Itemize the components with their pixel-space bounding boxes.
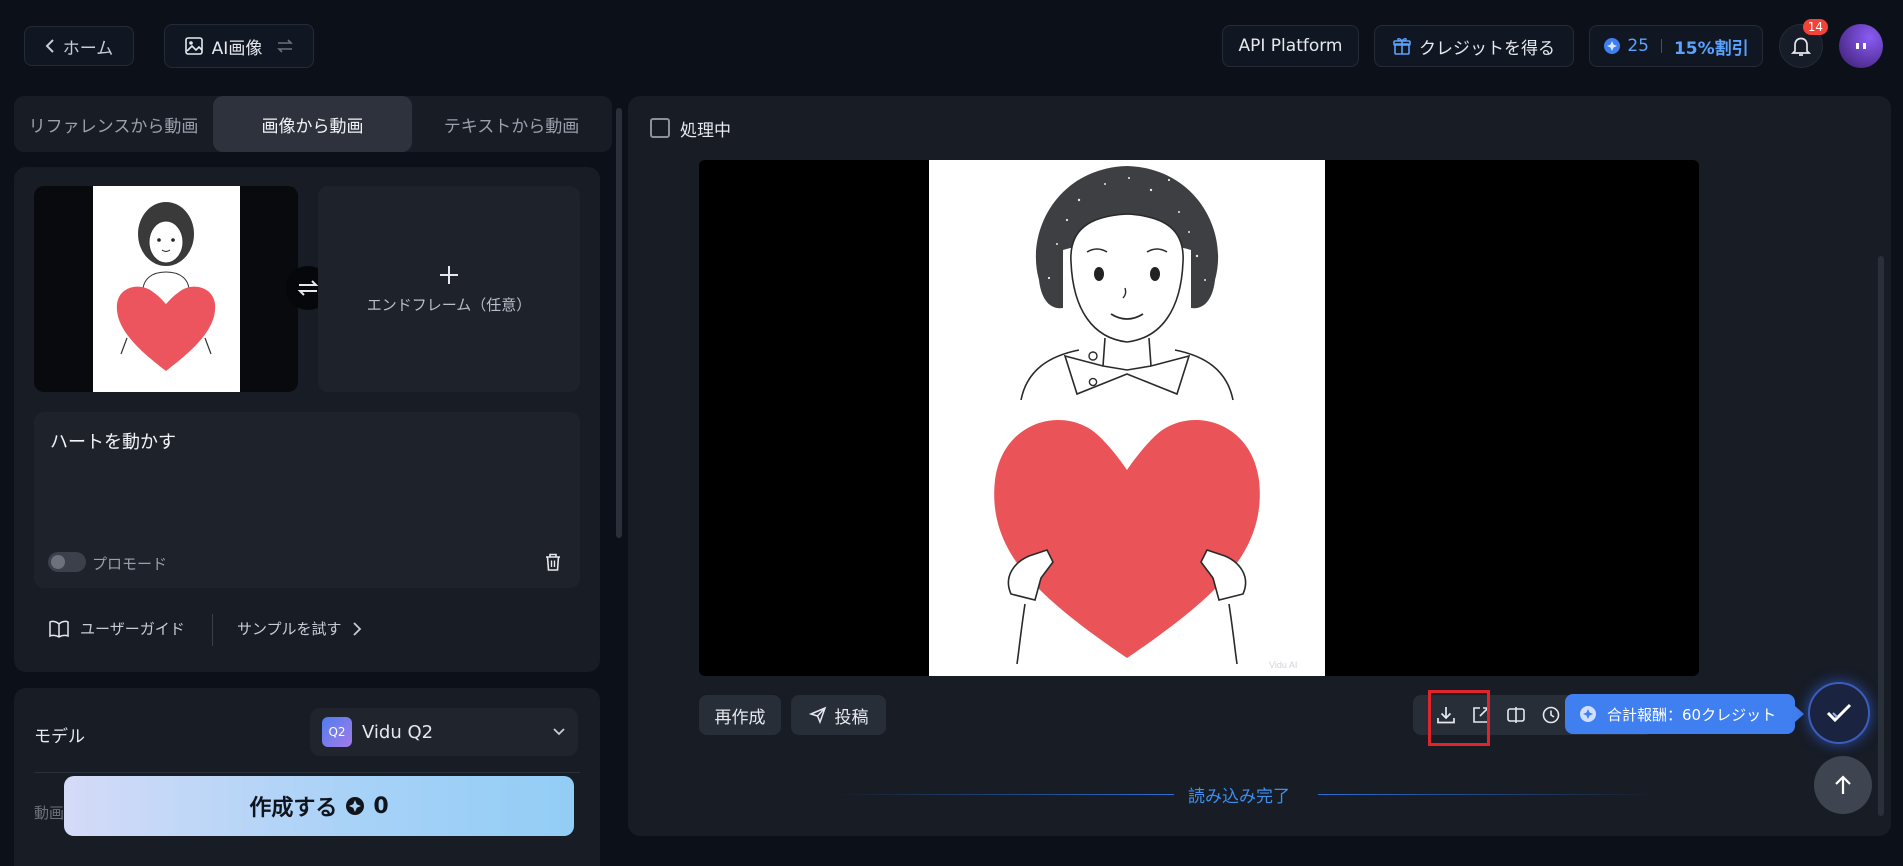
create-label: 作成する [249,796,338,821]
generated-video-frame: Vidu AI [929,160,1325,676]
scroll-top-button[interactable] [1814,756,1872,814]
discount-label: 15%割引 [1673,38,1749,59]
divider [834,794,1174,795]
chevron-down-icon [552,727,566,737]
chevron-left-icon [45,39,55,53]
processing-checkbox[interactable] [650,118,670,138]
regenerate-label: 再作成 [714,707,766,728]
download-highlight [1428,690,1490,746]
tab-image-to-video[interactable]: 画像から動画 [213,96,412,152]
divider [34,772,580,773]
prompt-text[interactable]: ハートを動かす [50,428,176,454]
arrow-up-icon [1833,774,1853,796]
switch-icon [276,38,294,54]
api-platform-button[interactable]: API Platform [1222,25,1359,67]
model-section-label: 動画 [34,804,65,822]
credit-balance-button[interactable]: 25 15%割引 [1589,25,1763,67]
user-guide-label: ユーザーガイド [80,620,185,638]
regenerate-button[interactable]: 再作成 [699,695,781,735]
notification-count-badge: 14 [1802,19,1828,35]
tab-text-to-video[interactable]: テキストから動画 [412,96,611,152]
credit-coin-icon [1603,37,1621,55]
left-scrollbar[interactable] [616,108,622,538]
create-button[interactable]: 作成する 0 [64,776,574,836]
home-button[interactable]: ホーム [24,26,134,66]
pro-mode-toggle[interactable] [48,552,86,572]
book-icon [48,620,70,638]
chevron-right-icon [352,621,362,636]
start-frame-slot[interactable] [34,186,298,392]
check-icon [1825,702,1853,724]
credit-coin-icon [345,796,365,816]
try-sample-link[interactable]: サンプルを試す [237,618,362,639]
post-button[interactable]: 投稿 [791,695,886,735]
divider [1318,794,1658,795]
reward-label: 合計報酬：60クレジット [1607,705,1777,724]
gift-icon [1393,37,1411,55]
credit-coin-icon [1579,705,1597,723]
pro-mode-label: プロモード [92,555,168,573]
plus-icon [438,264,460,286]
ai-image-label: AI画像 [211,38,263,59]
right-scrollbar[interactable] [1878,256,1884,816]
video-watermark: Vidu AI [1269,660,1297,670]
mode-tabs: リファレンスから動画 画像から動画 テキストから動画 [14,96,612,152]
history-icon[interactable] [1541,705,1561,725]
link-divider [212,614,213,646]
user-guide-link[interactable]: ユーザーガイド [48,618,185,639]
credit-balance-value: 25 [1627,36,1649,56]
tab-reference-to-video[interactable]: リファレンスから動画 [14,96,213,152]
tasks-button[interactable] [1808,682,1870,744]
try-sample-label: サンプルを試す [237,620,342,638]
start-frame-thumbnail [93,186,240,392]
processing-label: 処理中 [680,121,731,141]
swap-icon [296,278,320,298]
model-logo-icon: Q2 [322,717,352,747]
avatar-glyph [1854,41,1868,51]
ai-image-button[interactable]: AI画像 [164,24,314,68]
send-icon [808,706,827,724]
result-panel: 処理中 Vidu AI 再作成 投稿 合計報酬：60クレジット 読み込み完了 [628,96,1891,836]
user-avatar[interactable] [1839,24,1883,68]
model-value: Vidu Q2 [362,721,434,743]
end-frame-label: エンドフレーム（任意） [366,295,532,314]
get-credits-button[interactable]: クレジットを得る [1374,25,1574,67]
image-icon [184,36,204,56]
api-platform-label: API Platform [1238,36,1343,56]
reward-pointer [1795,706,1804,722]
create-cost: 0 [373,793,389,819]
load-complete-label: 読み込み完了 [1188,787,1290,807]
get-credits-label: クレジットを得る [1419,38,1555,59]
notifications-button[interactable]: 14 [1779,19,1828,68]
post-label: 投稿 [834,707,869,728]
compare-icon[interactable] [1506,705,1526,725]
bell-icon [1791,35,1811,57]
home-label: ホーム [62,38,114,59]
divider [1660,39,1662,53]
model-select[interactable]: Q2 Vidu Q2 [310,708,578,756]
end-frame-slot[interactable]: エンドフレーム（任意） [318,186,580,392]
model-label: モデル [34,727,85,747]
trash-icon[interactable] [544,552,562,572]
reward-badge: 合計報酬：60クレジット [1565,694,1795,734]
prompt-input[interactable]: ハートを動かす プロモード [34,412,580,588]
